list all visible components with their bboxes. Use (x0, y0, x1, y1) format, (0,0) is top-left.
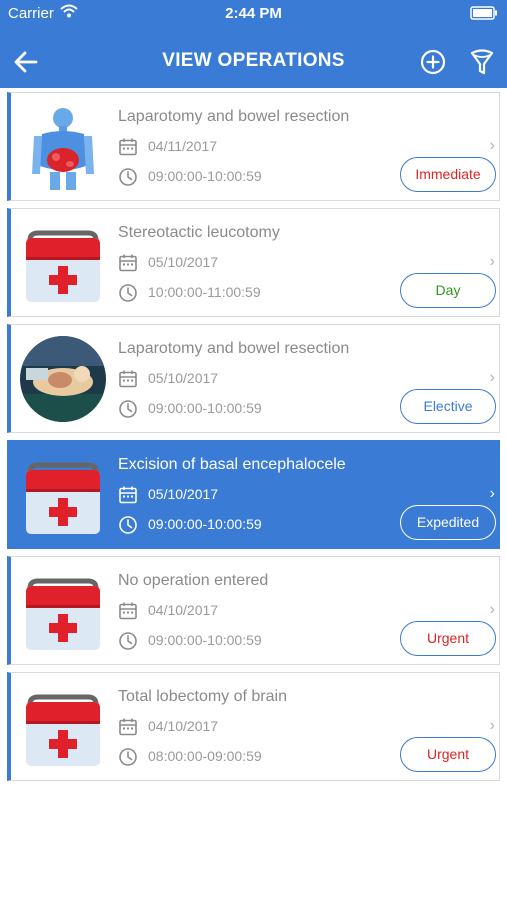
chevron-right-icon: › (489, 253, 495, 270)
battery-icon (470, 6, 497, 20)
chevron-right-icon: › (489, 601, 495, 618)
status-time: 2:44 PM (225, 5, 282, 22)
operation-date: 04/11/2017 (148, 138, 218, 154)
operation-date: 04/10/2017 (148, 718, 219, 734)
operation-date: 05/10/2017 (148, 370, 219, 386)
calendar-icon (119, 602, 137, 620)
medical-kit-image (20, 684, 106, 770)
operation-time: 09:00:00-10:00:59 (148, 168, 262, 184)
operation-time: 09:00:00-10:00:59 (148, 516, 262, 532)
operation-time: 08:00:00-09:00:59 (148, 748, 262, 764)
operation-time: 09:00:00-10:00:59 (148, 400, 262, 416)
operation-time: 09:00:00-10:00:59 (148, 632, 262, 648)
medical-kit-image (20, 568, 106, 654)
body-xray-image (20, 104, 106, 190)
nav-bar: VIEW OPERATIONS (0, 28, 507, 88)
calendar-icon (119, 718, 137, 736)
operation-title: No operation entered (118, 572, 269, 589)
priority-badge: Urgent (400, 621, 496, 656)
operation-title: Total lobectomy of brain (118, 688, 287, 705)
operation-title: Excision of basal encephalocele (118, 456, 346, 473)
operation-card[interactable]: Stereotactic leucotomy 05/10/2017 10:00:00… (7, 208, 500, 317)
chevron-right-icon: › (489, 485, 495, 502)
calendar-icon (119, 370, 137, 388)
surgery-photo (20, 336, 106, 422)
medical-kit-image (20, 452, 106, 538)
operation-card[interactable]: Total lobectomy of brain 04/10/2017 08:00:… (7, 672, 500, 781)
operation-card[interactable]: No operation entered 04/10/2017 09:00:00-1… (7, 556, 500, 665)
calendar-icon (119, 486, 137, 504)
operation-title: Laparotomy and bowel resection (118, 340, 350, 357)
filter-icon[interactable] (469, 48, 495, 76)
clock-icon (119, 516, 137, 534)
operation-date: 05/10/2017 (148, 254, 219, 270)
operation-title: Laparotomy and bowel resection (118, 108, 350, 125)
chevron-right-icon: › (489, 137, 495, 154)
operation-time: 10:00:00-11:00:59 (148, 284, 261, 300)
calendar-icon (119, 254, 137, 272)
medical-kit-image (20, 220, 106, 306)
clock-icon (119, 400, 137, 418)
clock-icon (119, 284, 137, 302)
clock-icon (119, 168, 137, 186)
clock-icon (119, 632, 137, 650)
clock-icon (119, 748, 137, 766)
operation-card[interactable]: Excision of basal encephalocele 05/10/201… (7, 440, 500, 549)
calendar-icon (119, 138, 137, 156)
operation-date: 04/10/2017 (148, 602, 219, 618)
priority-badge: Day (400, 273, 496, 308)
priority-badge: Elective (400, 389, 496, 424)
chevron-right-icon: › (489, 717, 495, 734)
operation-date: 05/10/2017 (148, 486, 219, 502)
status-bar: Carrier 2:44 PM (0, 0, 507, 28)
operation-card[interactable]: Laparotomy and bowel resection 05/10/2017… (7, 324, 500, 433)
chevron-right-icon: › (489, 369, 495, 386)
add-circle-icon[interactable] (420, 49, 446, 75)
priority-badge: Urgent (400, 737, 496, 772)
priority-badge: Immediate (400, 157, 496, 192)
priority-badge: Expedited (400, 505, 496, 540)
operation-card[interactable]: Laparotomy and bowel resection 04/11/2017… (7, 92, 500, 201)
operation-title: Stereotactic leucotomy (118, 224, 280, 241)
